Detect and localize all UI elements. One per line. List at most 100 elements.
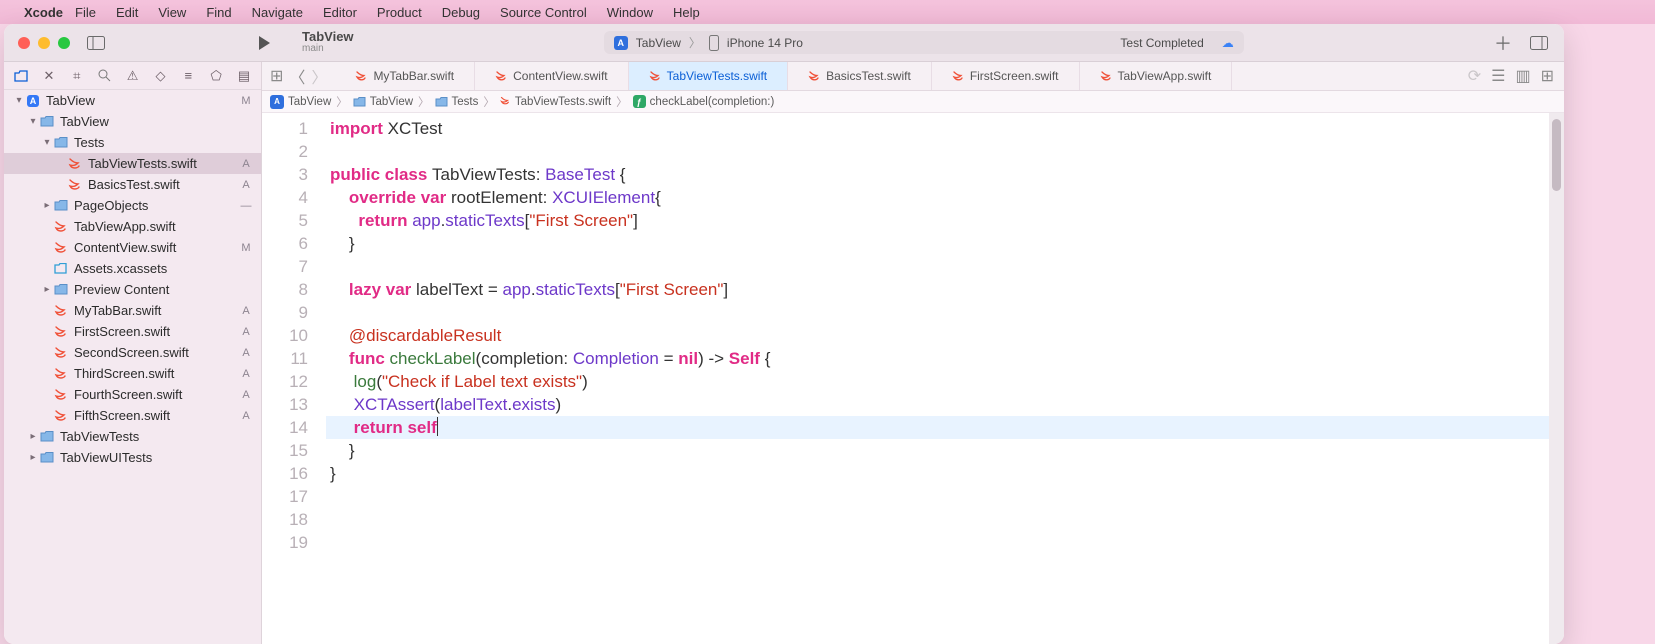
code-line[interactable]: [326, 485, 1564, 508]
source-control-tab-icon[interactable]: ✕: [42, 68, 56, 84]
line-number[interactable]: 7: [262, 255, 308, 278]
issue-navigator-tab-icon[interactable]: ⚠︎: [126, 68, 140, 84]
line-number[interactable]: 4: [262, 186, 308, 209]
code-line[interactable]: [326, 531, 1564, 554]
disclosure-triangle-icon[interactable]: ▾: [40, 137, 54, 148]
jump-bar[interactable]: ATabView〉TabView〉Tests〉TabViewTests.swif…: [262, 91, 1564, 113]
symbol-navigator-tab-icon[interactable]: ⌗: [70, 68, 84, 84]
menubar-item[interactable]: File: [75, 5, 96, 20]
navigator-row[interactable]: ▾TabView: [4, 111, 261, 132]
line-number[interactable]: 2: [262, 140, 308, 163]
debug-navigator-tab-icon[interactable]: ≡: [181, 68, 195, 83]
menubar-item[interactable]: Debug: [442, 5, 480, 20]
editor-tab[interactable]: MyTabBar.swift: [335, 62, 475, 90]
source-editor[interactable]: 12345678910111213141516171819 import XCT…: [262, 113, 1564, 644]
code-content[interactable]: import XCTest public class TabViewTests:…: [318, 113, 1564, 644]
navigator-row[interactable]: ▸Preview Content: [4, 279, 261, 300]
related-items-icon[interactable]: ⊞: [270, 66, 283, 86]
disclosure-triangle-icon[interactable]: ▾: [12, 95, 26, 106]
navigator-row[interactable]: FourthScreen.swiftA: [4, 384, 261, 405]
code-line[interactable]: }: [326, 439, 1564, 462]
window-close-button[interactable]: [18, 37, 30, 49]
add-editor-icon[interactable]: ⊞: [1541, 66, 1554, 86]
scrollbar-thumb[interactable]: [1552, 119, 1561, 191]
code-line[interactable]: [326, 301, 1564, 324]
menubar-item[interactable]: Edit: [116, 5, 138, 20]
go-back-button[interactable]: 〈: [289, 64, 305, 88]
toggle-left-panel-icon[interactable]: [82, 32, 110, 54]
menubar-item[interactable]: Source Control: [500, 5, 587, 20]
jumpbar-segment[interactable]: ƒcheckLabel(completion:): [633, 95, 775, 108]
run-button[interactable]: [250, 32, 278, 54]
jumpbar-segment[interactable]: TabViewTests.swift: [500, 96, 611, 108]
breakpoint-navigator-tab-icon[interactable]: ⬠: [209, 68, 223, 84]
line-number[interactable]: 15: [262, 439, 308, 462]
line-number[interactable]: 12: [262, 370, 308, 393]
line-number[interactable]: 3: [262, 163, 308, 186]
editor-tab[interactable]: BasicsTest.swift: [788, 62, 932, 90]
line-number[interactable]: 17: [262, 485, 308, 508]
code-line[interactable]: override var rootElement: XCUIElement{: [326, 186, 1564, 209]
code-line[interactable]: XCTAssert(labelText.exists): [326, 393, 1564, 416]
editor-tab[interactable]: TabViewApp.swift: [1080, 62, 1233, 90]
go-forward-button[interactable]: 〉: [311, 64, 327, 88]
code-line[interactable]: public class TabViewTests: BaseTest {: [326, 163, 1564, 186]
find-navigator-tab-icon[interactable]: [98, 69, 112, 82]
status-bar[interactable]: A TabView 〉 iPhone 14 Pro Test Completed…: [604, 31, 1244, 54]
menubar-app-name[interactable]: Xcode: [24, 5, 63, 20]
code-line[interactable]: lazy var labelText = app.staticTexts["Fi…: [326, 278, 1564, 301]
code-line[interactable]: [326, 255, 1564, 278]
navigator-row[interactable]: ▸TabViewTests: [4, 426, 261, 447]
window-zoom-button[interactable]: [58, 37, 70, 49]
navigator-row[interactable]: FifthScreen.swiftA: [4, 405, 261, 426]
code-line[interactable]: [326, 508, 1564, 531]
line-number[interactable]: 19: [262, 531, 308, 554]
adjust-editor-options-icon[interactable]: ☰: [1491, 66, 1505, 86]
jumpbar-segment[interactable]: ATabView: [270, 95, 331, 109]
menubar-item[interactable]: Help: [673, 5, 700, 20]
navigator-row[interactable]: ▾Tests: [4, 132, 261, 153]
line-number[interactable]: 6: [262, 232, 308, 255]
line-number[interactable]: 16: [262, 462, 308, 485]
editor-tab[interactable]: TabViewTests.swift: [629, 62, 788, 90]
window-minimize-button[interactable]: [38, 37, 50, 49]
navigator-row[interactable]: Assets.xcassets: [4, 258, 261, 279]
menubar-item[interactable]: Product: [377, 5, 422, 20]
navigator-row[interactable]: BasicsTest.swiftA: [4, 174, 261, 195]
layout-icon[interactable]: ▥: [1515, 66, 1530, 86]
disclosure-triangle-icon[interactable]: ▸: [26, 452, 40, 463]
navigator-row[interactable]: ThirdScreen.swiftA: [4, 363, 261, 384]
line-number[interactable]: 8: [262, 278, 308, 301]
menubar-item[interactable]: View: [158, 5, 186, 20]
navigator-row[interactable]: TabViewApp.swift: [4, 216, 261, 237]
line-number[interactable]: 5: [262, 209, 308, 232]
project-navigator[interactable]: ✕ ⌗ ⚠︎ ◇ ≡ ⬠ ▤ ▾ATabViewM▾TabView▾TestsT…: [4, 62, 262, 644]
project-navigator-tab-icon[interactable]: [14, 70, 28, 82]
line-number[interactable]: 14: [262, 416, 308, 439]
jumpbar-segment[interactable]: TabView: [353, 96, 413, 108]
navigator-row[interactable]: SecondScreen.swiftA: [4, 342, 261, 363]
project-info[interactable]: TabView main: [302, 30, 354, 54]
editor-tab[interactable]: ContentView.swift: [475, 62, 629, 90]
disclosure-triangle-icon[interactable]: ▸: [40, 200, 54, 211]
menubar-item[interactable]: Find: [206, 5, 231, 20]
navigator-row[interactable]: FirstScreen.swiftA: [4, 321, 261, 342]
code-line[interactable]: }: [326, 462, 1564, 485]
navigator-row[interactable]: ▸PageObjects—: [4, 195, 261, 216]
line-number-gutter[interactable]: 12345678910111213141516171819: [262, 113, 318, 644]
add-button[interactable]: ＋: [1494, 30, 1512, 56]
code-line[interactable]: log("Check if Label text exists"): [326, 370, 1564, 393]
report-navigator-tab-icon[interactable]: ▤: [237, 68, 251, 84]
test-navigator-tab-icon[interactable]: ◇: [154, 68, 168, 84]
line-number[interactable]: 10: [262, 324, 308, 347]
code-line[interactable]: @discardableResult: [326, 324, 1564, 347]
menubar-item[interactable]: Window: [607, 5, 653, 20]
navigator-row[interactable]: ▾ATabViewM: [4, 90, 261, 111]
code-line[interactable]: return app.staticTexts["First Screen"]: [326, 209, 1564, 232]
menubar-item[interactable]: Navigate: [252, 5, 303, 20]
toggle-right-panel-icon[interactable]: [1530, 36, 1548, 50]
navigator-row[interactable]: TabViewTests.swiftA: [4, 153, 261, 174]
line-number[interactable]: 11: [262, 347, 308, 370]
line-number[interactable]: 13: [262, 393, 308, 416]
line-number[interactable]: 1: [262, 117, 308, 140]
